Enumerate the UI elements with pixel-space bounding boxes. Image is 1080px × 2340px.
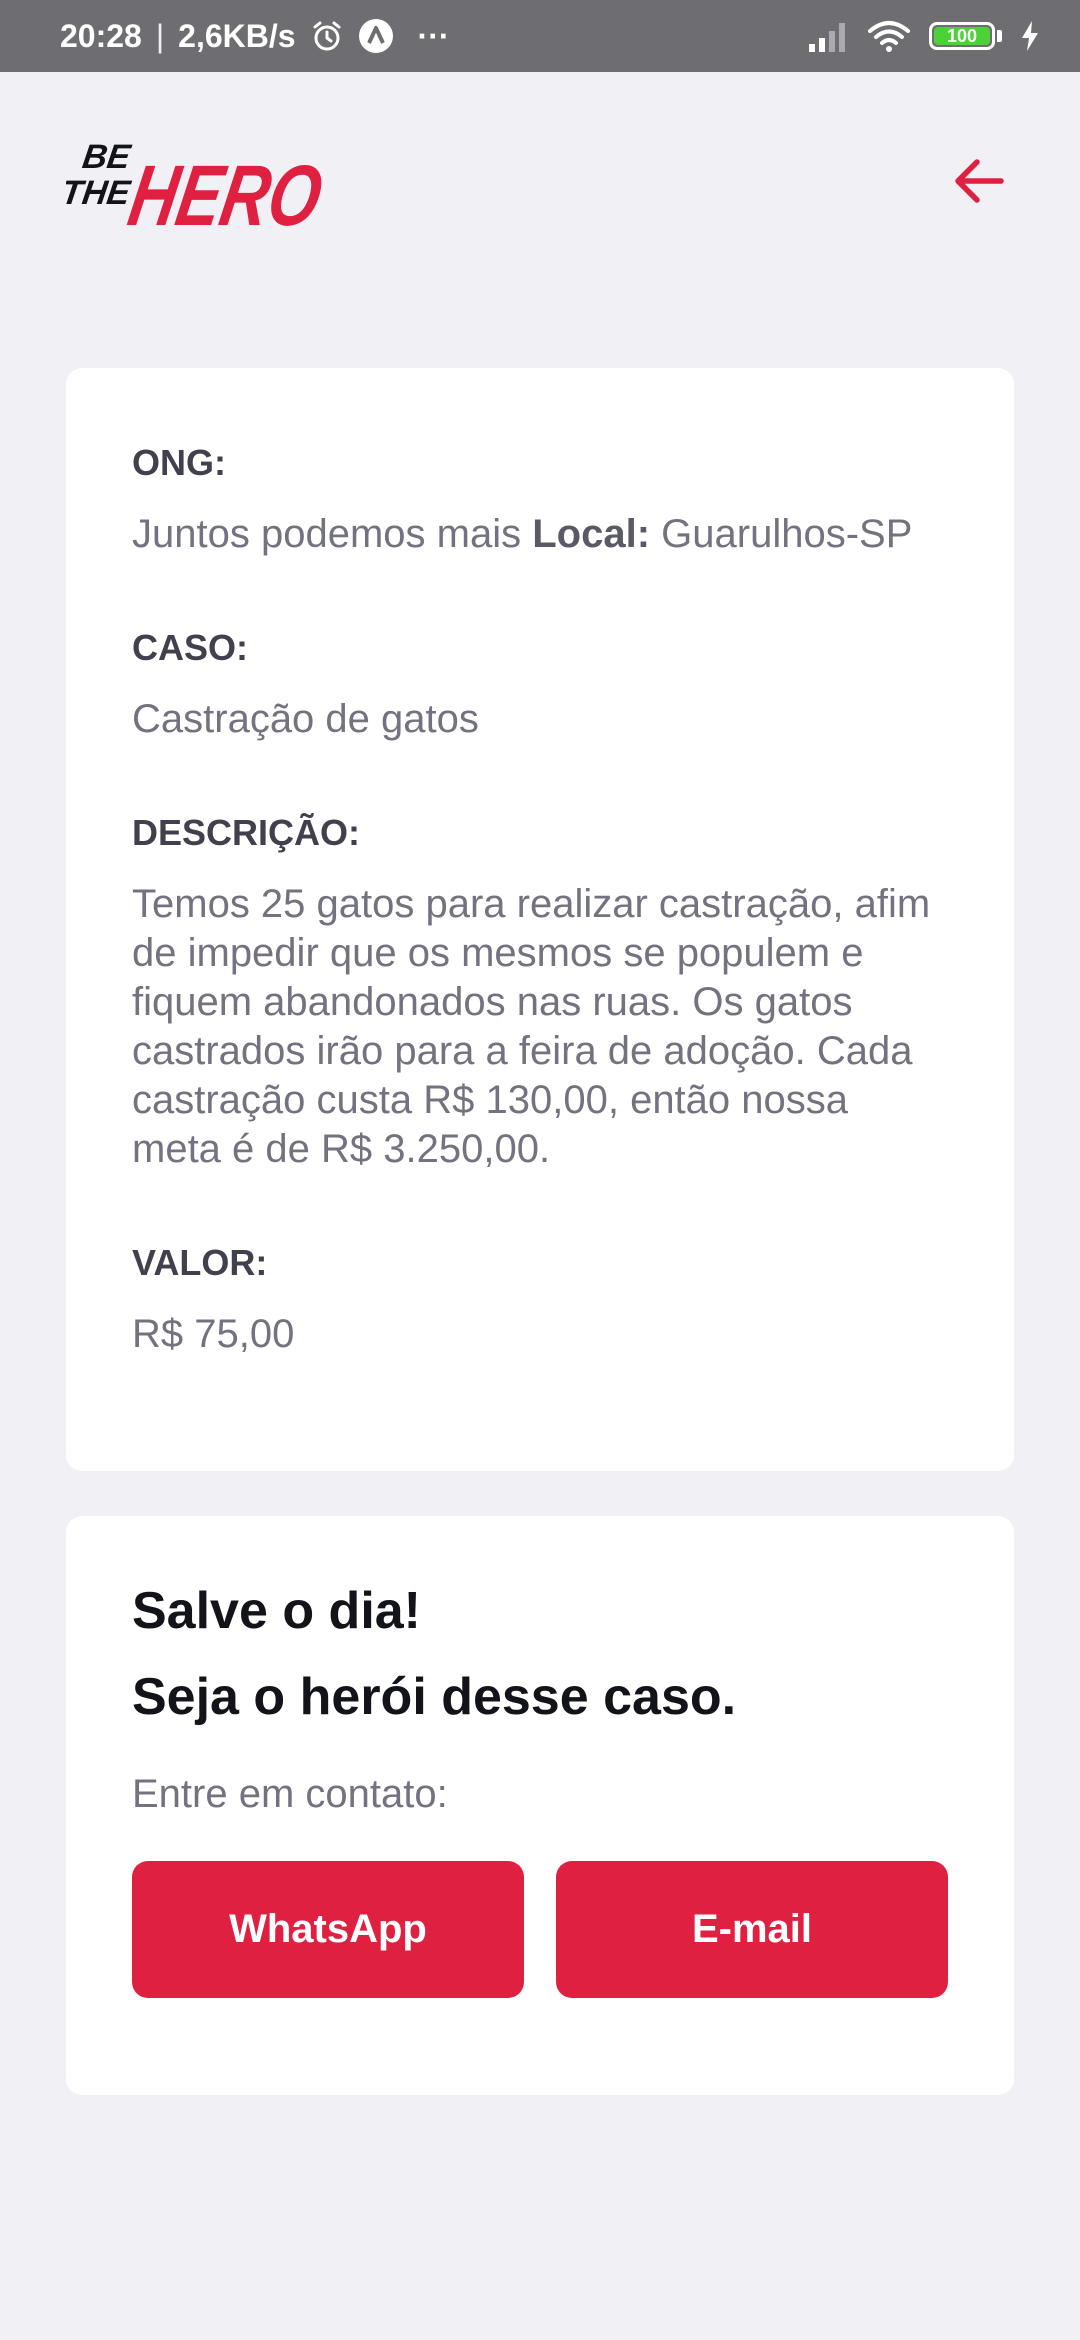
charging-icon: [1022, 21, 1038, 51]
back-button[interactable]: [944, 146, 1014, 216]
contact-subtitle: Entre em contato:: [132, 1772, 448, 1816]
value-amount: R$ 75,00: [132, 1312, 295, 1356]
battery-cap: [997, 30, 1002, 42]
contact-title-line2: Seja o herói desse caso.: [132, 1668, 737, 1726]
local-value: Guarulhos-SP: [661, 512, 913, 556]
description-label: DESCRIÇÃO:: [132, 812, 361, 853]
logo-be-text: BE: [80, 138, 134, 176]
signal-icon: [809, 23, 845, 52]
status-more-icon: ···: [417, 17, 450, 54]
status-right: 100: [807, 19, 1040, 53]
whatsapp-button[interactable]: WhatsApp: [132, 1861, 524, 1998]
arrow-left-icon: [955, 159, 1004, 203]
battery-icon: 100: [929, 22, 995, 50]
ong-value-line: Juntos podemos mais Local: Guarulhos-SP: [132, 510, 948, 559]
contact-actions: WhatsApp E-mail: [132, 1861, 948, 1998]
ong-label: ONG:: [132, 442, 226, 483]
header: BE THE HERO: [66, 120, 1014, 240]
description-value: Temos 25 gatos para realizar castração, …: [132, 882, 931, 1171]
alarm-icon: [313, 21, 341, 51]
status-separator: |: [155, 17, 165, 54]
case-value: Castração de gatos: [132, 697, 479, 741]
case-label: CASO:: [132, 627, 248, 668]
status-left: 20:28 | 2,6KB/s ···: [60, 18, 450, 55]
value-label: VALOR:: [132, 1242, 268, 1283]
email-button[interactable]: E-mail: [556, 1861, 948, 1998]
incident-card: ONG: Juntos podemos mais Local: Guarulho…: [66, 368, 1014, 1471]
wifi-icon: [868, 21, 910, 52]
contact-card: Salve o dia! Seja o herói desse caso. En…: [66, 1516, 1014, 2095]
navigation-app-icon: [358, 19, 393, 53]
logo-the-text: THE: [66, 174, 134, 212]
status-bar: 20:28 | 2,6KB/s ··· 100: [0, 0, 1080, 72]
battery-level: 100: [946, 25, 978, 46]
status-network-speed: 2,6KB/s: [178, 17, 296, 54]
status-time: 20:28: [60, 17, 142, 54]
local-label: Local:: [532, 512, 651, 556]
ong-name: Juntos podemos mais: [132, 512, 522, 556]
contact-title-line1: Salve o dia!: [132, 1582, 421, 1640]
logo-hero-text: HERO: [122, 149, 329, 240]
be-the-hero-logo: BE THE HERO: [66, 138, 329, 240]
